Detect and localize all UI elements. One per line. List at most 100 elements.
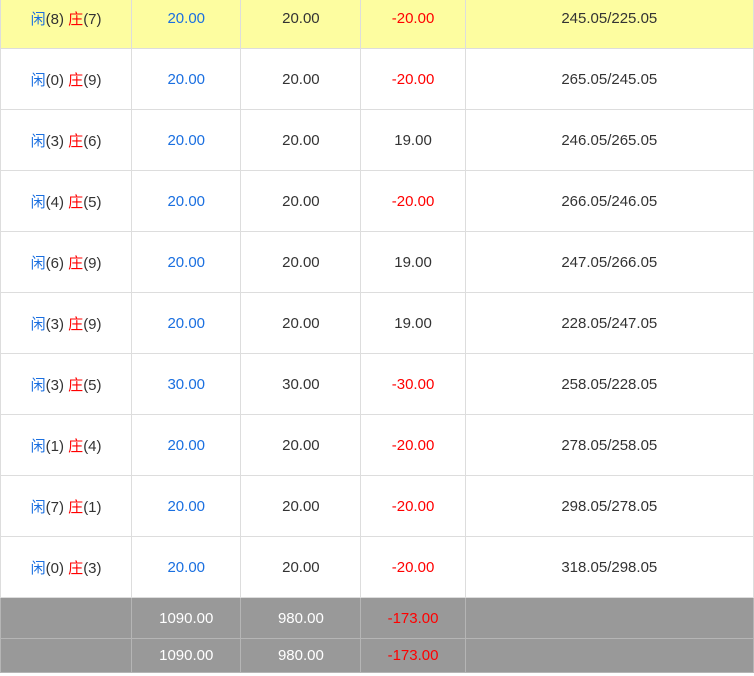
valid-bet: 20.00 [240,170,362,232]
player-score: (3) [45,132,64,150]
balance: 265.05/245.05 [464,48,754,110]
bet-amount: 20.00 [131,536,242,598]
bet-record-table: 闲(8) 庄(7) 20.00 20.00 -20.00 245.05/225.… [0,0,754,673]
win-loss: -20.00 [360,536,466,598]
win-loss: -20.00 [360,170,466,232]
result-cell: 闲(0) 庄(9) [0,48,133,110]
valid-bet: 20.00 [240,231,362,293]
table-row[interactable]: 闲(1) 庄(4) 20.00 20.00 -20.00 278.05/258.… [0,414,754,476]
bet-amount: 20.00 [131,0,242,49]
win-loss: 19.00 [360,292,466,354]
bet-record-table-wrapper: 闲(8) 庄(7) 20.00 20.00 -20.00 245.05/225.… [0,0,754,673]
result-cell: 闲(7) 庄(1) [0,475,133,537]
valid-bet: 30.00 [240,353,362,415]
bet-amount: 20.00 [131,475,242,537]
balance: 298.05/278.05 [464,475,754,537]
result-cell: 闲(3) 庄(5) [0,353,133,415]
total-valid: 980.00 [240,597,362,639]
bet-amount: 20.00 [131,48,242,110]
result-cell: 闲(3) 庄(6) [0,109,133,171]
banker-label: 庄 [68,193,84,211]
result-cell: 闲(0) 庄(3) [0,536,133,598]
banker-score: (7) [83,10,102,28]
win-loss: 19.00 [360,231,466,293]
table-row[interactable]: 闲(8) 庄(7) 20.00 20.00 -20.00 245.05/225.… [0,0,754,49]
balance: 247.05/266.05 [464,231,754,293]
result-cell: 闲(6) 庄(9) [0,231,133,293]
result-cell: 闲(3) 庄(9) [0,292,133,354]
valid-bet: 20.00 [240,48,362,110]
bet-amount: 20.00 [131,109,242,171]
balance: 258.05/228.05 [464,353,754,415]
table-row[interactable]: 闲(4) 庄(5) 20.00 20.00 -20.00 266.05/246.… [0,170,754,232]
balance: 245.05/225.05 [464,0,754,49]
banker-score: (9) [83,71,102,89]
banker-score: (9) [83,315,102,333]
valid-bet: 20.00 [240,0,362,49]
banker-label: 庄 [68,559,84,577]
player-label: 闲 [30,71,46,89]
banker-score: (5) [83,193,102,211]
banker-label: 庄 [68,10,84,28]
banker-score: (1) [83,498,102,516]
valid-bet: 20.00 [240,414,362,476]
player-label: 闲 [30,559,46,577]
table-row[interactable]: 闲(0) 庄(3) 20.00 20.00 -20.00 318.05/298.… [0,536,754,598]
player-score: (8) [45,10,64,28]
banker-label: 庄 [68,315,84,333]
total-valid: 980.00 [240,638,362,673]
banker-label: 庄 [68,498,84,516]
total-balance-cell [464,638,754,673]
win-loss: -30.00 [360,353,466,415]
banker-score: (9) [83,254,102,272]
subtotal-row: 1090.00 980.00 -173.00 [0,597,754,639]
bet-amount: 20.00 [131,231,242,293]
player-score: (3) [45,315,64,333]
player-label: 闲 [30,376,46,394]
player-label: 闲 [30,437,46,455]
total-winloss: -173.00 [360,638,466,673]
player-score: (0) [45,559,64,577]
player-score: (0) [45,71,64,89]
valid-bet: 20.00 [240,109,362,171]
player-label: 闲 [30,10,46,28]
table-row[interactable]: 闲(0) 庄(9) 20.00 20.00 -20.00 265.05/245.… [0,48,754,110]
banker-label: 庄 [68,132,84,150]
table-row[interactable]: 闲(7) 庄(1) 20.00 20.00 -20.00 298.05/278.… [0,475,754,537]
banker-label: 庄 [68,71,84,89]
valid-bet: 20.00 [240,475,362,537]
banker-label: 庄 [68,254,84,272]
player-label: 闲 [30,132,46,150]
banker-score: (5) [83,376,102,394]
bet-amount: 20.00 [131,170,242,232]
player-score: (4) [45,193,64,211]
result-cell: 闲(4) 庄(5) [0,170,133,232]
banker-label: 庄 [68,376,84,394]
table-row[interactable]: 闲(3) 庄(9) 20.00 20.00 19.00 228.05/247.0… [0,292,754,354]
player-label: 闲 [30,254,46,272]
player-score: (6) [45,254,64,272]
table-row[interactable]: 闲(6) 庄(9) 20.00 20.00 19.00 247.05/266.0… [0,231,754,293]
total-bet: 1090.00 [131,597,242,639]
valid-bet: 20.00 [240,292,362,354]
win-loss: -20.00 [360,414,466,476]
balance: 266.05/246.05 [464,170,754,232]
balance: 228.05/247.05 [464,292,754,354]
win-loss: -20.00 [360,0,466,49]
win-loss: 19.00 [360,109,466,171]
table-row[interactable]: 闲(3) 庄(5) 30.00 30.00 -30.00 258.05/228.… [0,353,754,415]
player-label: 闲 [30,315,46,333]
balance: 246.05/265.05 [464,109,754,171]
win-loss: -20.00 [360,475,466,537]
total-winloss: -173.00 [360,597,466,639]
player-score: (1) [45,437,64,455]
table-row[interactable]: 闲(3) 庄(6) 20.00 20.00 19.00 246.05/265.0… [0,109,754,171]
player-score: (3) [45,376,64,394]
player-label: 闲 [30,498,46,516]
win-loss: -20.00 [360,48,466,110]
bet-amount: 30.00 [131,353,242,415]
balance: 318.05/298.05 [464,536,754,598]
total-label-cell [0,597,133,639]
player-score: (7) [45,498,64,516]
result-cell: 闲(8) 庄(7) [0,0,133,49]
